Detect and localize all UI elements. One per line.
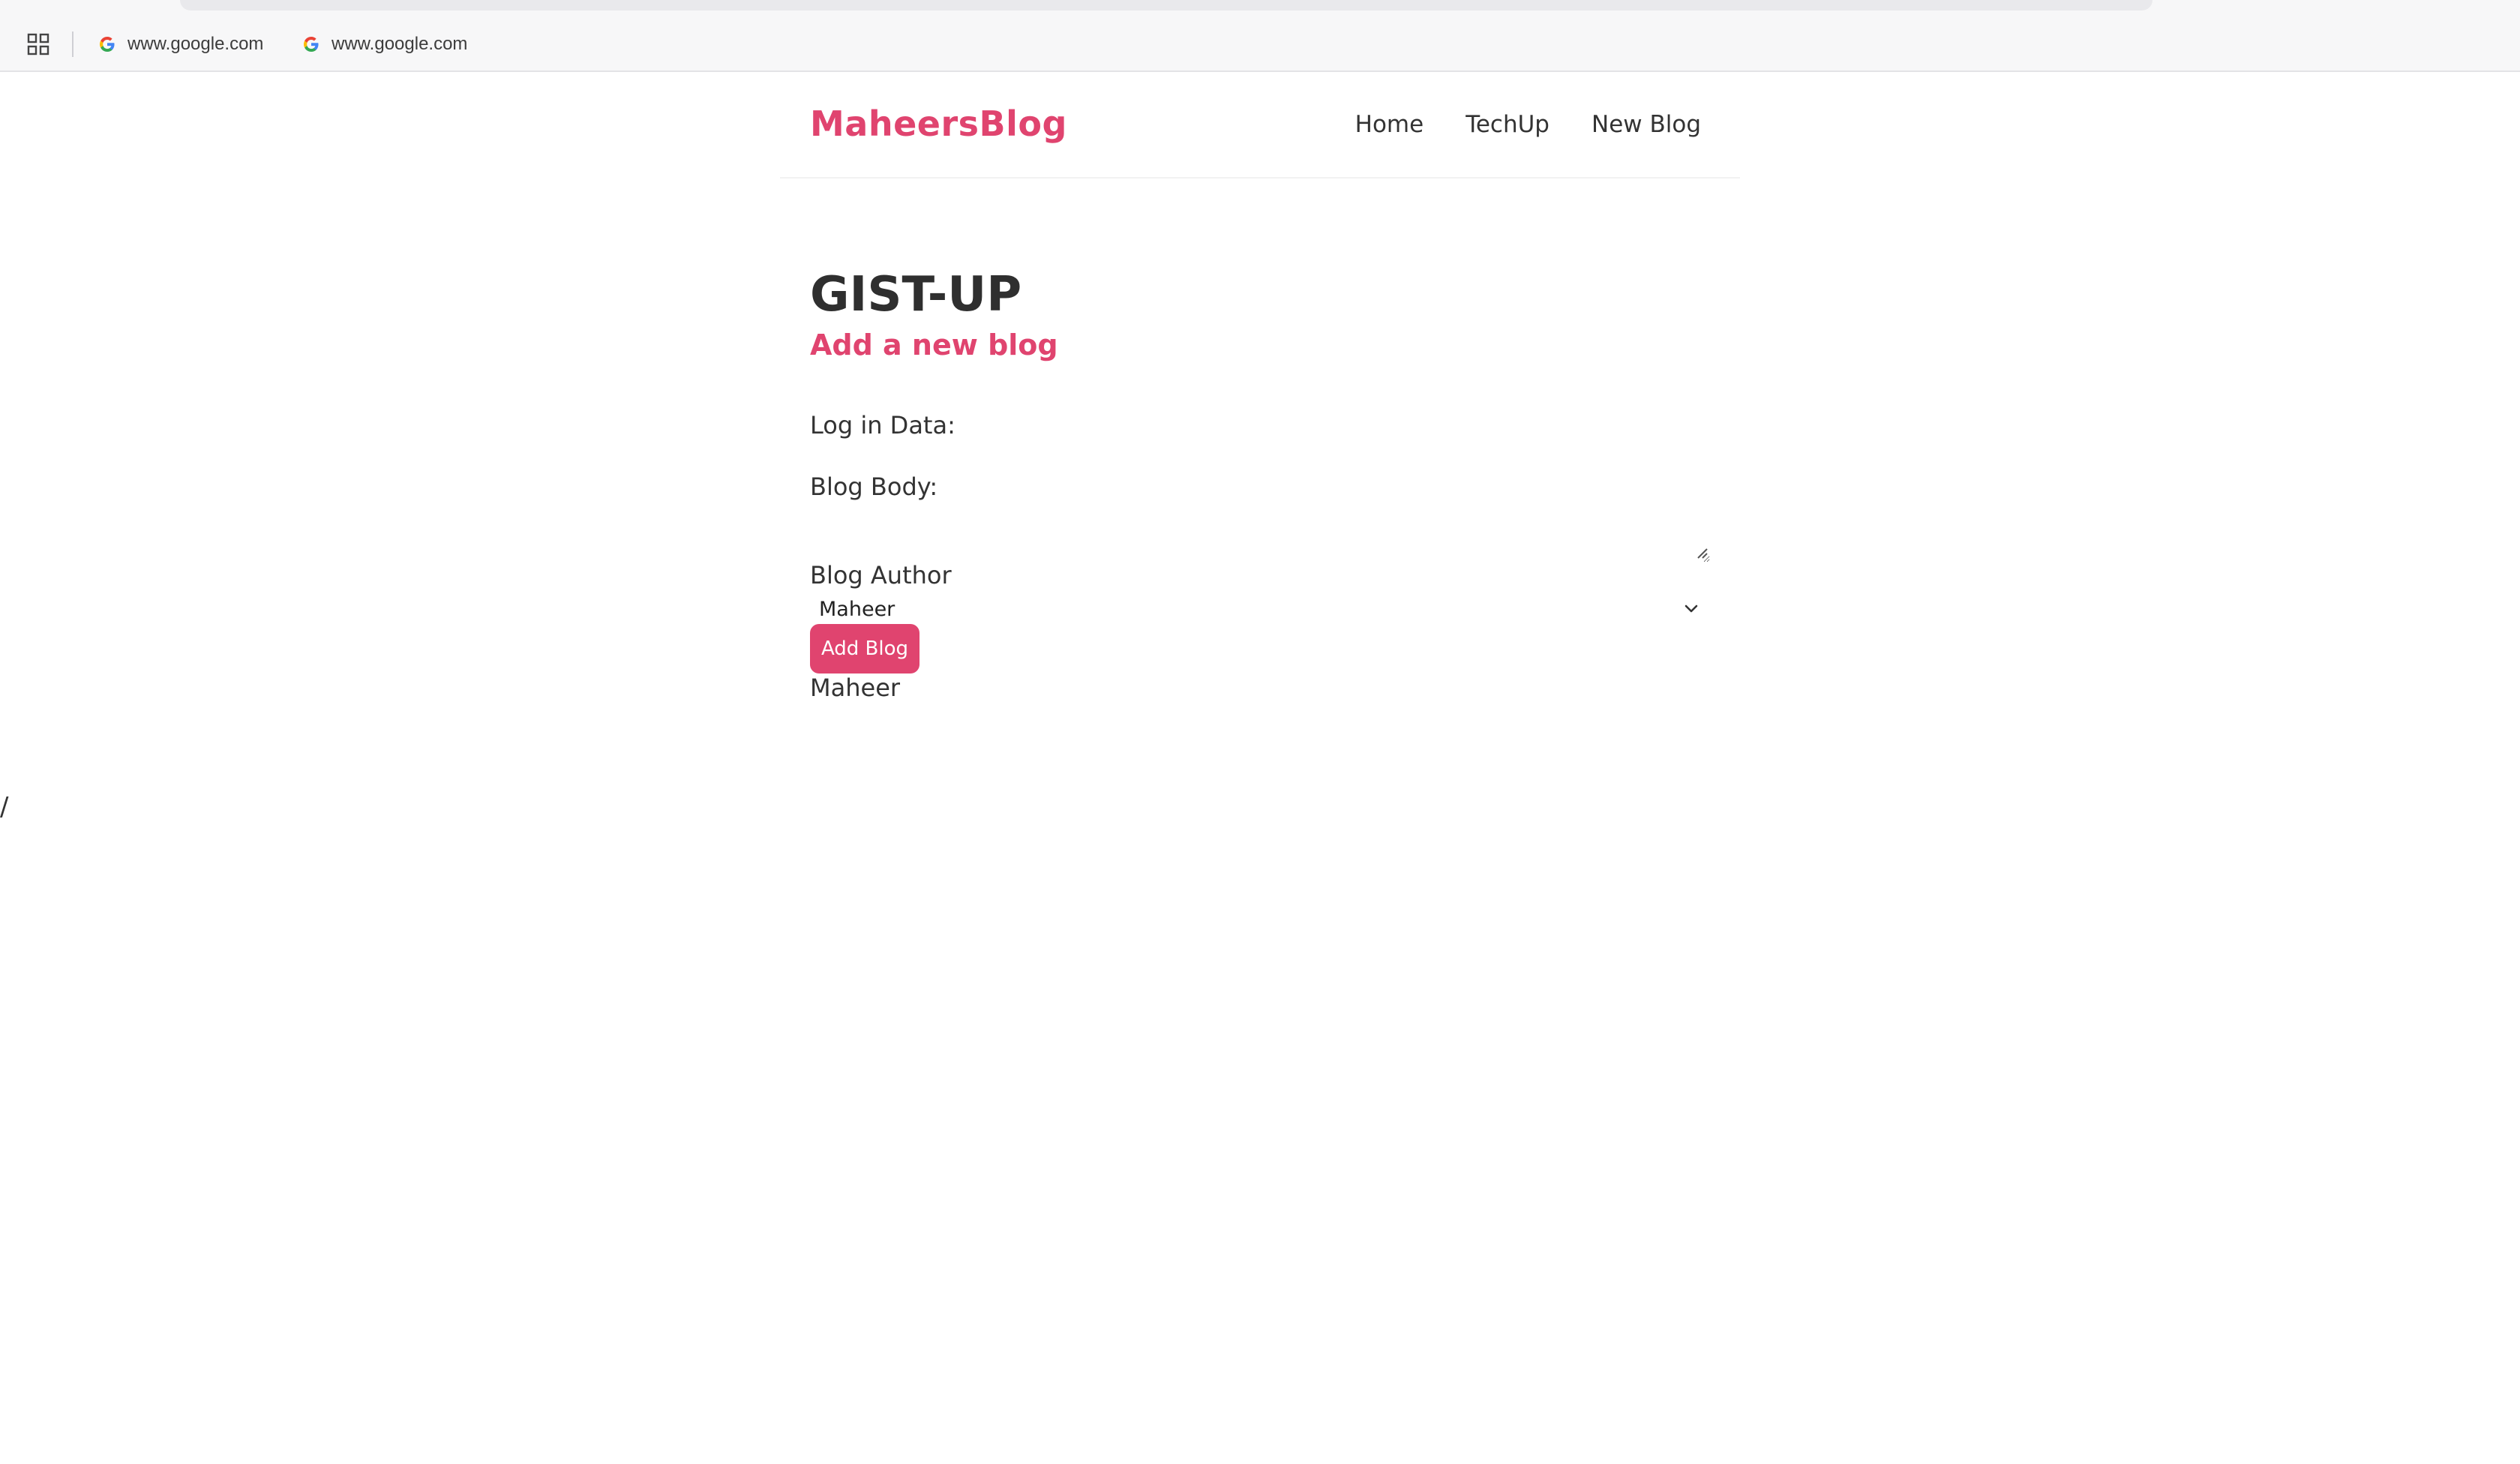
bookmark-label: www.google.com — [332, 34, 468, 54]
page-subtitle: Add a new blog — [810, 328, 1058, 362]
bookmark-divider — [72, 32, 74, 57]
add-blog-button[interactable]: Add Blog — [810, 624, 920, 674]
page-title: GIST-UP — [810, 267, 1022, 322]
author-preview-text: Maheer — [810, 674, 901, 702]
blog-body-textarea[interactable] — [810, 507, 1710, 562]
bookmark-label: www.google.com — [128, 34, 264, 54]
google-icon — [302, 34, 321, 54]
blog-author-label: Blog Author — [810, 561, 952, 590]
browser-chrome: www.google.com www.google.com — [0, 0, 2520, 72]
nav-link-new-blog[interactable]: New Blog — [1592, 111, 1701, 138]
blog-body-label: Blog Body: — [810, 472, 938, 501]
apps-grid-icon[interactable] — [27, 33, 50, 56]
blog-author-selected-value: Maheer — [819, 597, 896, 621]
blog-author-select[interactable]: Maheer — [810, 592, 1710, 626]
bookmark-item[interactable]: www.google.com — [296, 30, 473, 58]
chevron-down-icon — [1682, 599, 1701, 619]
resize-grip-icon[interactable] — [1694, 544, 1708, 560]
bookmark-item[interactable]: www.google.com — [92, 30, 269, 58]
nav-link-home[interactable]: Home — [1355, 111, 1424, 138]
nav-link-techup[interactable]: TechUp — [1466, 111, 1550, 138]
address-bar[interactable] — [180, 0, 2152, 10]
nav-links: Home TechUp New Blog — [1355, 111, 1701, 138]
stray-text: / — [0, 792, 9, 822]
login-data-label: Log in Data: — [810, 411, 956, 440]
site-navbar: MaheersBlog Home TechUp New Blog — [780, 72, 1740, 178]
google-icon — [98, 34, 117, 54]
brand-logo[interactable]: MaheersBlog — [810, 104, 1067, 144]
